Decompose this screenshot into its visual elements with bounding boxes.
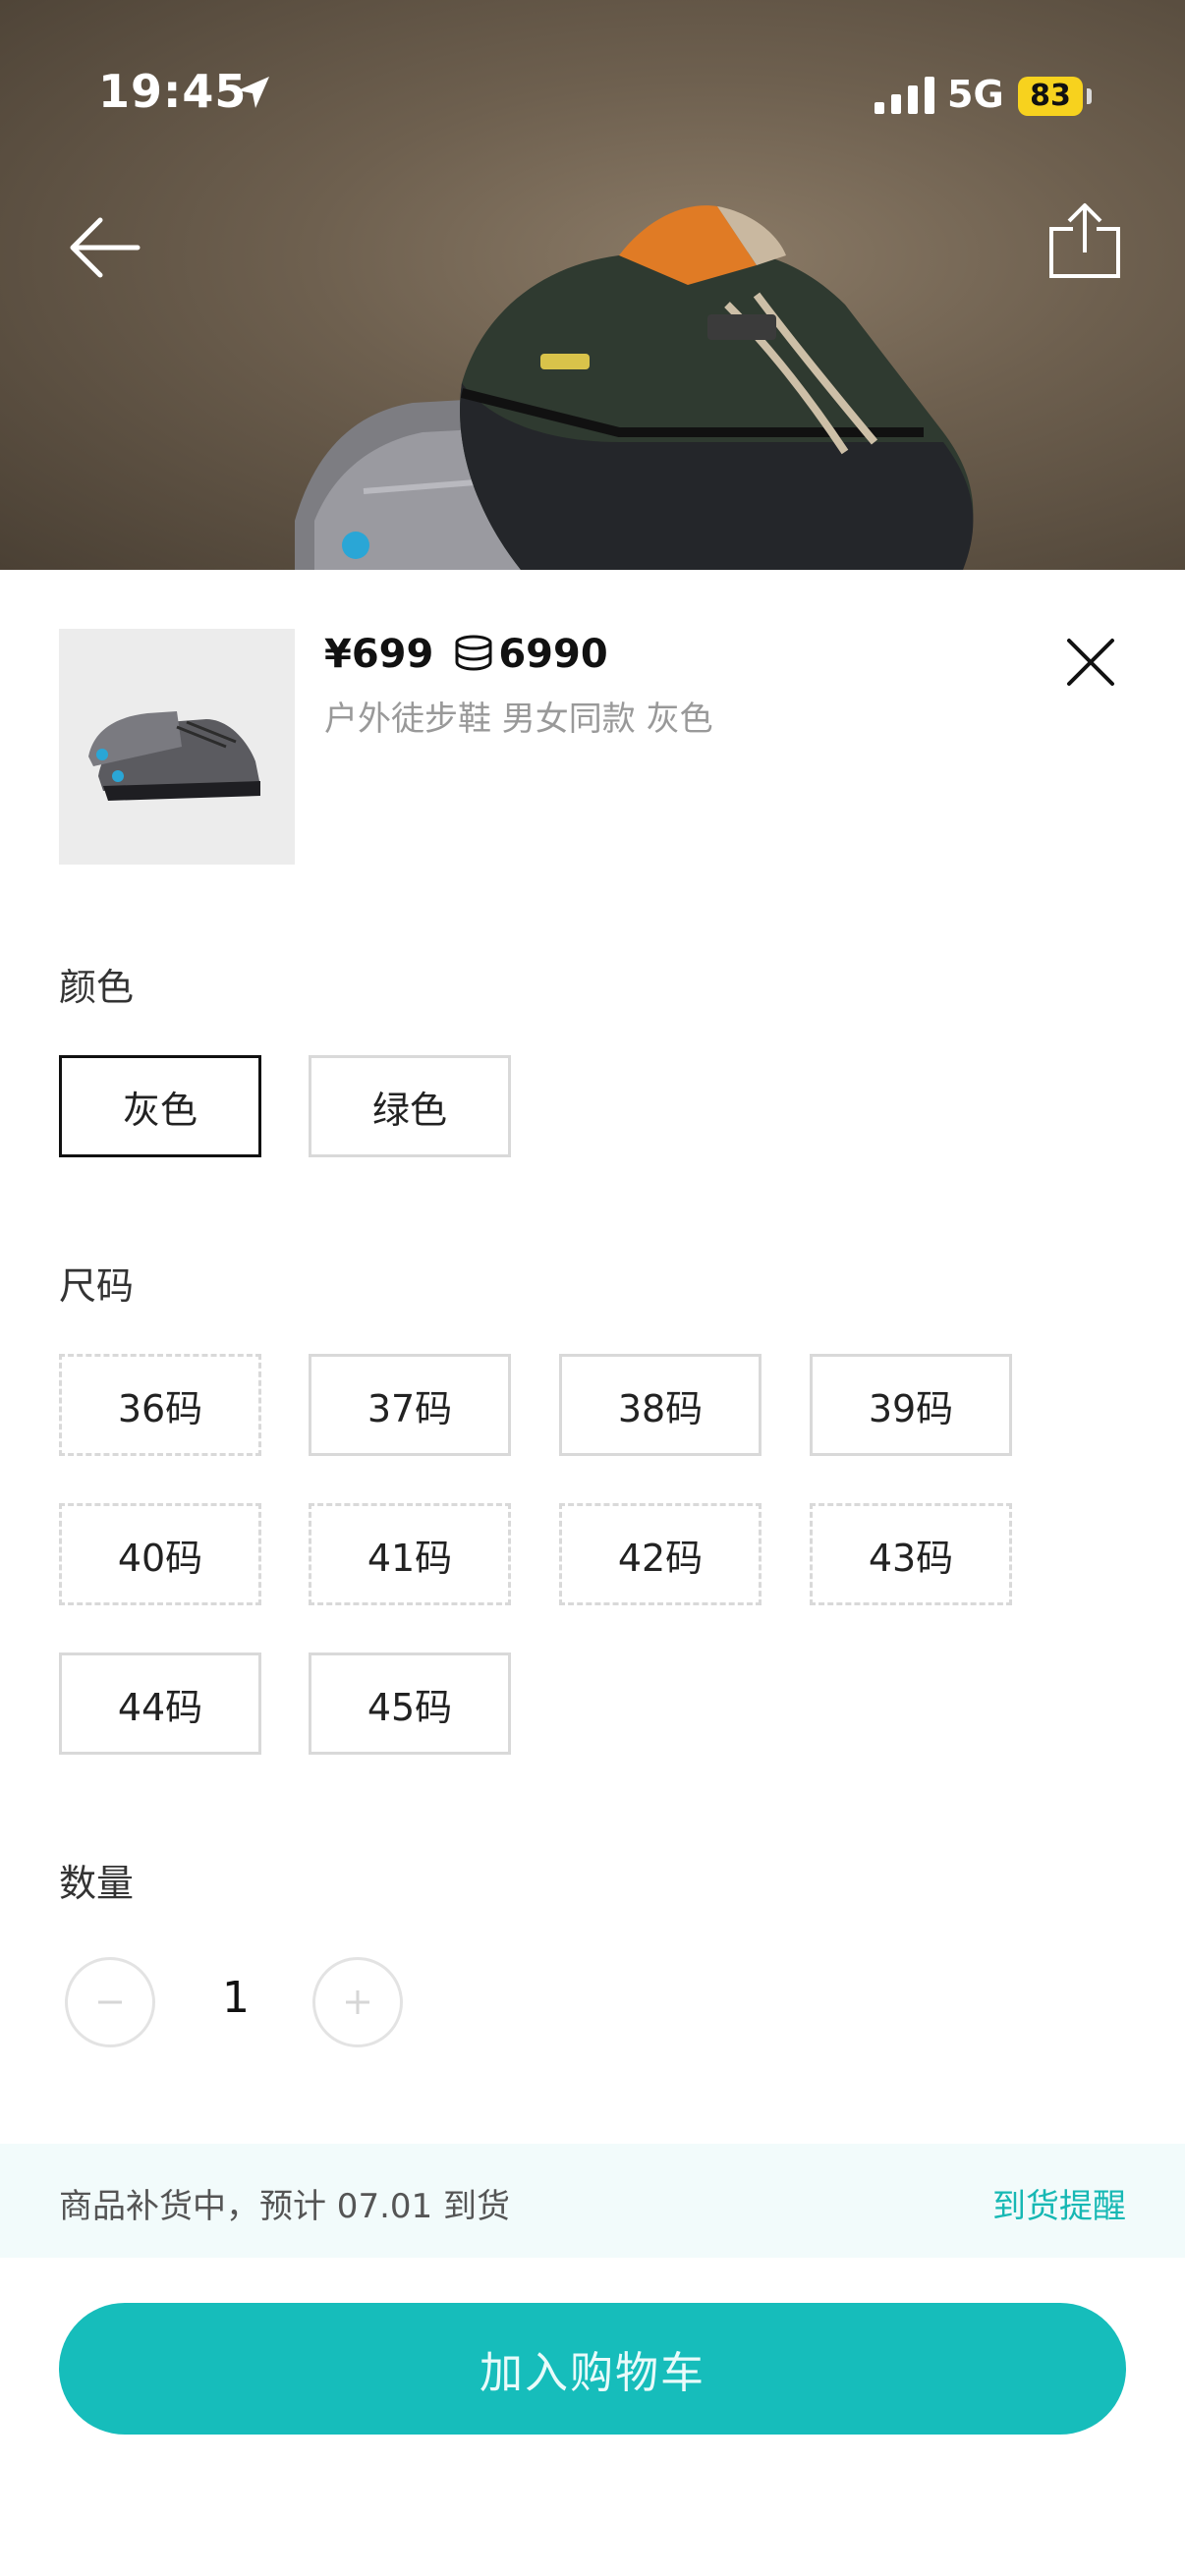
color-option-green[interactable]: 绿色 bbox=[309, 1055, 511, 1157]
size-option-41[interactable]: 41码 bbox=[309, 1503, 511, 1605]
quantity-value[interactable]: 1 bbox=[197, 1973, 275, 2023]
network-type: 5G bbox=[947, 73, 1004, 116]
restock-notice: 商品补货中，预计 07.01 到货 到货提醒 bbox=[0, 2144, 1185, 2258]
size-option-44[interactable]: 44码 bbox=[59, 1652, 261, 1755]
plus-icon bbox=[346, 1990, 369, 2014]
size-option-37[interactable]: 37码 bbox=[309, 1354, 511, 1456]
color-option-gray[interactable]: 灰色 bbox=[59, 1055, 261, 1157]
hero-shoes-illustration bbox=[295, 205, 974, 570]
cellular-signal-icon bbox=[875, 77, 934, 114]
size-option-42[interactable]: 42码 bbox=[559, 1503, 762, 1605]
size-option-36[interactable]: 36码 bbox=[59, 1354, 261, 1456]
add-to-cart-button[interactable]: 加入购物车 bbox=[59, 2303, 1126, 2435]
battery-tip bbox=[1087, 88, 1092, 104]
product-title: 户外徒步鞋 男女同款 灰色 bbox=[324, 700, 713, 739]
size-option-45[interactable]: 45码 bbox=[309, 1652, 511, 1755]
size-option-40[interactable]: 40码 bbox=[59, 1503, 261, 1605]
coin-stack-icon bbox=[455, 635, 492, 671]
sku-selection-sheet: ¥699 6990 户外徒步鞋 男女同款 灰色 颜色 灰色 绿色 尺码 36码 … bbox=[0, 570, 1185, 2576]
price: ¥699 bbox=[324, 632, 434, 677]
status-time: 19:45 bbox=[98, 65, 248, 118]
close-button[interactable] bbox=[1061, 633, 1120, 692]
size-label: 尺码 bbox=[59, 1264, 135, 1308]
size-option-38[interactable]: 38码 bbox=[559, 1354, 762, 1456]
quantity-increase-button[interactable] bbox=[312, 1957, 403, 2047]
size-option-43[interactable]: 43码 bbox=[810, 1503, 1012, 1605]
status-bar: 19:45 5G 83 bbox=[0, 0, 1185, 196]
back-button[interactable] bbox=[65, 208, 143, 287]
coin-price: 6990 bbox=[498, 632, 608, 677]
color-label: 颜色 bbox=[59, 966, 135, 1009]
product-thumbnail bbox=[59, 629, 295, 865]
location-arrow-icon bbox=[238, 77, 269, 108]
restock-notice-text: 商品补货中，预计 07.01 到货 bbox=[59, 2187, 510, 2226]
thumbnail-shoes-illustration bbox=[88, 711, 260, 801]
minus-icon bbox=[98, 2000, 122, 2004]
quantity-label: 数量 bbox=[59, 1862, 135, 1905]
arrival-reminder-link[interactable]: 到货提醒 bbox=[992, 2179, 1126, 2227]
price-line: ¥699 6990 bbox=[324, 625, 608, 684]
quantity-decrease-button[interactable] bbox=[65, 1957, 155, 2047]
size-option-39[interactable]: 39码 bbox=[810, 1354, 1012, 1456]
share-button[interactable] bbox=[1045, 201, 1124, 282]
battery-level: 83 bbox=[1018, 77, 1083, 116]
product-hero-image: 19:45 5G 83 bbox=[0, 0, 1185, 570]
